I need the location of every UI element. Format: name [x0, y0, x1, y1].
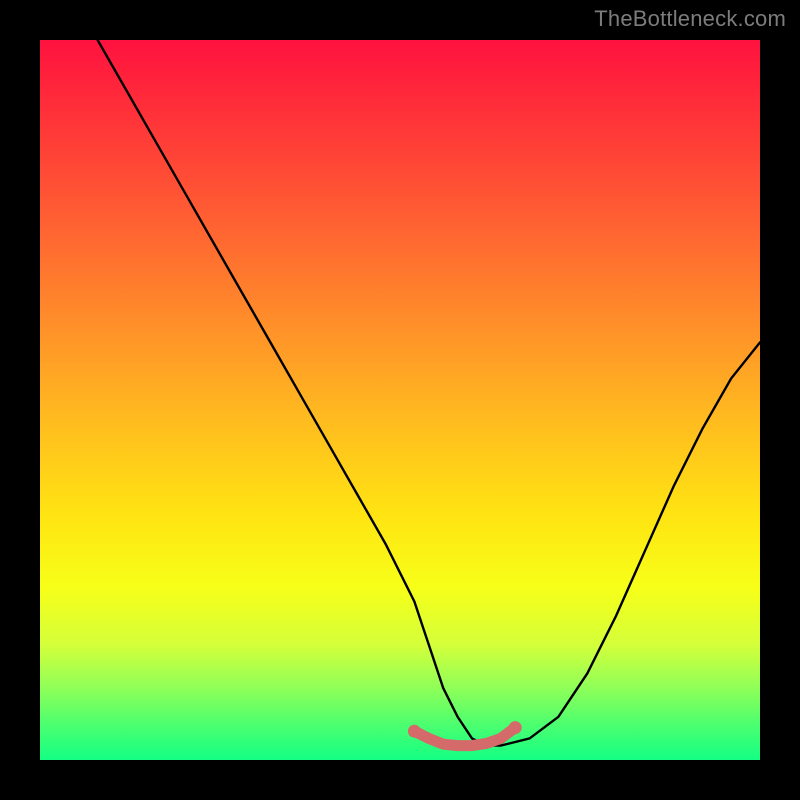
optimal-zone-highlight	[414, 728, 515, 746]
optimal-zone-endpoint-right	[509, 721, 522, 734]
chart-frame: TheBottleneck.com	[0, 0, 800, 800]
optimal-zone-endpoint-left	[408, 725, 421, 738]
watermark-text: TheBottleneck.com	[594, 6, 786, 32]
curve-svg	[40, 40, 760, 760]
bottleneck-curve-path	[98, 40, 760, 746]
plot-area	[40, 40, 760, 760]
